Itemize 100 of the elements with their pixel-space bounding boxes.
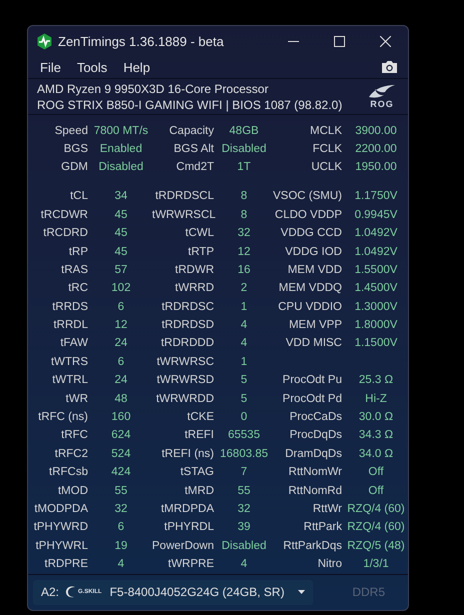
field-value: 0.9945V	[354, 208, 398, 223]
field-label: GDM	[60, 160, 89, 176]
field-value: Disabled	[220, 538, 268, 554]
minimize-icon	[288, 41, 298, 42]
field-value: 45	[114, 208, 128, 223]
field-value: 45	[114, 226, 128, 242]
field-value: 624	[110, 428, 132, 444]
field-label: tRCDWR	[40, 208, 89, 223]
field-value: 65535	[227, 428, 261, 444]
field-value: 57	[114, 262, 128, 278]
brand-logo: ROG	[370, 99, 394, 110]
field-value: 6	[116, 300, 126, 315]
field-label: Cmd2T	[175, 160, 215, 176]
field-label: tRFC	[60, 428, 89, 444]
field-label: RttParkDqs	[282, 538, 343, 554]
caret-icon	[298, 590, 305, 594]
field-label: BGS	[62, 142, 89, 158]
field-label: tRDPRE	[44, 557, 89, 572]
field-label: ProcCaDs	[288, 410, 343, 426]
menu-item[interactable]: Tools	[68, 58, 116, 78]
field-label: ProcOdt Pu	[282, 373, 343, 388]
field-value: Off	[367, 484, 385, 499]
field-label: tRP	[68, 244, 89, 260]
field-label: ProcOdt Pd	[282, 392, 343, 407]
field-label: ProcDqDs	[288, 428, 343, 444]
field-label: tRFC (ns)	[37, 410, 89, 426]
field-label: tWR	[64, 392, 89, 407]
board-name: ROG STRIX B850-I GAMING WIFI | BIOS 1087 (98.82.0)	[37, 96, 342, 113]
field-label: VDDG CCD	[280, 226, 343, 242]
field-value: 12	[114, 318, 128, 334]
field-label: tRRDL	[52, 318, 89, 334]
field-label: tREFI	[184, 428, 215, 444]
field-label: tRTP	[187, 244, 215, 260]
menu-item[interactable]: File	[32, 58, 69, 78]
field-value: 32	[236, 502, 252, 517]
field-value: 8	[240, 208, 248, 223]
field-value: 1950.00	[354, 160, 398, 176]
field-label: tCKE	[186, 410, 215, 426]
field-label: tRDRDSC	[160, 300, 215, 315]
field-label: tWTRL	[51, 373, 89, 388]
field-value: 160	[110, 410, 132, 426]
field-value: 25.3 Ω	[358, 373, 394, 388]
field-value: 55	[236, 484, 252, 499]
field-value: 2200.00	[354, 142, 398, 158]
field-label: tWRWRSCL	[152, 208, 216, 223]
field-value: 45	[114, 244, 128, 260]
field-label: tWRRD	[174, 281, 215, 296]
field-value: 7	[240, 465, 248, 480]
field-label: tRRDS	[51, 300, 89, 315]
field-label: tREFI (ns)	[160, 446, 215, 462]
field-value: Hi-Z	[364, 392, 388, 407]
field-value: 4	[240, 318, 248, 334]
field-label: RttPark	[302, 520, 343, 536]
field-label: MEM VDD	[286, 262, 343, 278]
field-value: 2	[240, 281, 248, 296]
camera-icon[interactable]	[381, 60, 398, 74]
field-value: 5	[240, 392, 248, 407]
field-value: 19	[114, 538, 128, 554]
eye-logo-icon	[367, 84, 397, 100]
field-label: VDD MISC	[284, 336, 343, 352]
field-value: 30.0 Ω	[358, 410, 394, 426]
field-label: tRDWR	[174, 262, 215, 278]
field-value: 1.1500V	[354, 336, 398, 352]
field-value: 12	[236, 244, 252, 260]
field-value: 1.1750V	[354, 189, 398, 204]
field-label: UCLK	[310, 160, 343, 176]
slot-label: A2:	[41, 584, 60, 602]
field-label: tPHYWRD	[32, 520, 89, 536]
field-label: tMRDPDA	[160, 502, 215, 517]
field-label: Capacity	[168, 124, 215, 140]
maximize-icon	[334, 36, 344, 47]
menu-item[interactable]: Help	[115, 58, 158, 78]
field-value: 24	[114, 336, 128, 352]
field-value: 7800 MT/s	[92, 124, 150, 140]
field-value: 1.0492V	[354, 244, 398, 260]
field-value: 4	[240, 336, 248, 352]
field-value: 1T	[236, 160, 252, 176]
field-value: RZQ/5 (48)	[346, 538, 406, 554]
field-value: Off	[367, 465, 385, 480]
field-label: VSOC (SMU)	[272, 189, 343, 204]
field-label: tMRD	[184, 484, 215, 499]
close-icon	[380, 36, 390, 47]
field-label: RttWr	[312, 502, 343, 517]
field-label: CPU VDDIO	[277, 300, 343, 315]
field-label: tFAW	[59, 336, 89, 352]
field-label: RttNomRd	[287, 484, 343, 499]
field-value: 6	[116, 520, 126, 536]
field-value: 55	[114, 484, 128, 499]
field-value: 1.3000V	[354, 300, 398, 315]
field-label: MCLK	[309, 124, 343, 140]
field-value: Enabled	[98, 142, 144, 158]
field-label: tCL	[69, 189, 89, 204]
field-label: tRAS	[60, 262, 89, 278]
field-label: BGS Alt	[172, 142, 215, 158]
field-label: tRDRDSCL	[154, 189, 215, 204]
field-label: MEM VPP	[288, 318, 343, 334]
field-value: 1.0492V	[354, 226, 398, 242]
field-label: FCLK	[312, 142, 343, 158]
field-value: 1	[240, 354, 248, 370]
field-value: 8	[240, 189, 248, 204]
